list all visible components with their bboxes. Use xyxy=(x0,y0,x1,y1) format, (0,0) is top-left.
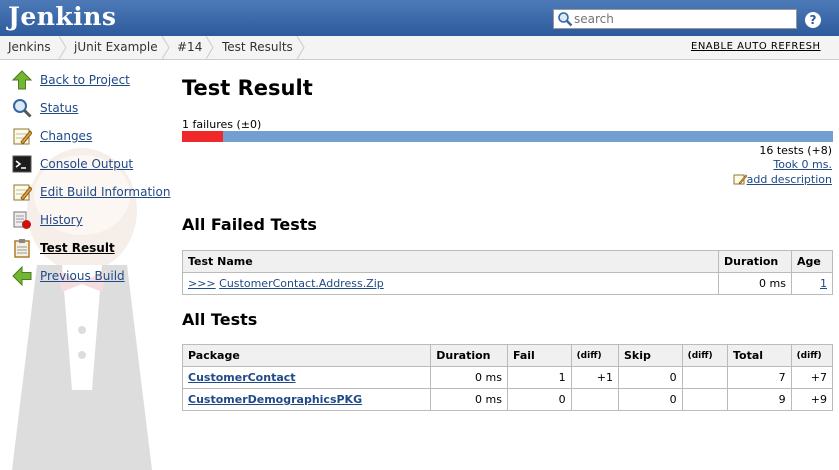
history-icon xyxy=(13,211,31,229)
total-cell: 9 xyxy=(726,388,792,411)
column-header-test-name: Test Name xyxy=(182,250,719,273)
breadcrumb-separator-icon xyxy=(162,36,170,59)
add-description[interactable]: add description xyxy=(733,173,832,186)
column-header-fail-diff: (diff) xyxy=(570,344,620,367)
sidebar-item-label[interactable]: Previous Build xyxy=(40,269,125,283)
column-header-duration: Duration xyxy=(430,344,508,367)
breadcrumb-build[interactable]: #14 xyxy=(177,36,202,59)
sidebar-item-label[interactable]: Back to Project xyxy=(40,73,130,87)
age-link[interactable]: 1 xyxy=(820,277,827,290)
age-cell: 1 xyxy=(791,272,833,295)
terminal-icon xyxy=(12,155,32,173)
table-header-row: Package Duration Fail (diff) Skip (diff)… xyxy=(181,344,834,367)
breadcrumb-separator-icon xyxy=(297,36,305,59)
column-header-total: Total xyxy=(726,344,792,367)
breadcrumb: Jenkins jUnit Example #14 Test Results E… xyxy=(0,36,839,60)
test-name-cell: >>> CustomerContact.Address.Zip xyxy=(182,272,719,295)
fail-diff-cell xyxy=(570,388,620,411)
all-tests-heading: All Tests xyxy=(182,310,258,329)
page-title: Test Result xyxy=(182,76,313,100)
search-icon xyxy=(558,12,573,27)
jenkins-logo[interactable]: Jenkins xyxy=(8,2,116,31)
sidebar-item-label[interactable]: History xyxy=(40,213,83,227)
add-description-link[interactable]: add description xyxy=(747,173,832,186)
notepad-icon xyxy=(13,128,32,145)
search-input[interactable] xyxy=(574,11,792,27)
duration-cell: 0 ms xyxy=(718,272,792,295)
test-name-link[interactable]: CustomerContact.Address.Zip xyxy=(219,277,384,290)
table-row: >>> CustomerContact.Address.Zip 0 ms 1 xyxy=(182,272,833,295)
sidebar-item-label[interactable]: Console Output xyxy=(40,157,133,171)
up-arrow-icon xyxy=(12,70,32,90)
skip-diff-cell xyxy=(681,366,728,389)
table-row: CustomerContact 0 ms 1 +1 0 7 +7 xyxy=(181,366,834,389)
total-cell: 7 xyxy=(726,366,792,389)
breadcrumb-project[interactable]: jUnit Example xyxy=(74,36,158,59)
notepad-icon xyxy=(13,184,32,201)
column-header-skip-diff: (diff) xyxy=(681,344,728,367)
failed-tests-table: Test Name Duration Age >>> CustomerConta… xyxy=(182,250,833,295)
column-header-total-diff: (diff) xyxy=(790,344,834,367)
sidebar-item-label[interactable]: Edit Build Information xyxy=(40,185,170,199)
package-cell: CustomerDemographicsPKG xyxy=(181,388,432,411)
took-duration-link[interactable]: Took 0 ms. xyxy=(773,158,832,171)
skip-cell: 0 xyxy=(618,366,683,389)
sidebar-item-label[interactable]: Status xyxy=(40,101,78,115)
search-box[interactable] xyxy=(553,9,797,29)
left-arrow-icon xyxy=(12,266,32,286)
column-header-skip: Skip xyxy=(618,344,683,367)
table-header-row: Test Name Duration Age xyxy=(182,250,833,273)
breadcrumb-separator-icon xyxy=(59,36,67,59)
skip-diff-cell xyxy=(681,388,728,411)
breadcrumb-separator-icon xyxy=(206,36,214,59)
clipboard-icon xyxy=(14,239,30,258)
all-tests-table: Package Duration Fail (diff) Skip (diff)… xyxy=(181,344,834,411)
enable-auto-refresh-link[interactable]: ENABLE AUTO REFRESH xyxy=(691,41,821,52)
skip-cell: 0 xyxy=(618,388,683,411)
fail-diff-cell: +1 xyxy=(570,366,620,389)
duration-cell: 0 ms xyxy=(430,366,508,389)
total-diff-cell: +7 xyxy=(790,366,834,389)
fail-cell: 0 xyxy=(506,388,572,411)
column-header-package: Package xyxy=(181,344,432,367)
test-result-bar-fail xyxy=(182,131,223,142)
side-panel: Back to Project Status Changes Console O… xyxy=(0,60,175,470)
help-icon[interactable]: ? xyxy=(805,12,821,28)
expand-test-link[interactable]: >>> xyxy=(188,277,216,290)
duration-cell: 0 ms xyxy=(430,388,508,411)
tests-summary: 16 tests (+8) xyxy=(759,144,832,157)
package-cell: CustomerContact xyxy=(181,366,432,389)
breadcrumb-jenkins[interactable]: Jenkins xyxy=(8,36,51,59)
page-header: Jenkins ? xyxy=(0,0,839,36)
package-link[interactable]: CustomerContact xyxy=(188,371,296,384)
column-header-duration: Duration xyxy=(718,250,792,273)
sidebar-item-label[interactable]: Changes xyxy=(40,129,92,143)
column-header-fail: Fail xyxy=(506,344,572,367)
package-link[interactable]: CustomerDemographicsPKG xyxy=(188,393,362,406)
total-diff-cell: +9 xyxy=(790,388,834,411)
failures-summary: 1 failures (±0) xyxy=(182,118,262,131)
test-result-bar xyxy=(182,131,833,142)
search-icon xyxy=(13,99,32,118)
all-failed-tests-heading: All Failed Tests xyxy=(182,215,317,234)
breadcrumb-test-results[interactable]: Test Results xyxy=(222,36,293,59)
table-row: CustomerDemographicsPKG 0 ms 0 0 9 +9 xyxy=(181,388,834,411)
sidebar-item-label[interactable]: Test Result xyxy=(40,241,115,255)
notepad-icon xyxy=(733,174,747,185)
column-header-age: Age xyxy=(791,250,833,273)
fail-cell: 1 xyxy=(506,366,572,389)
